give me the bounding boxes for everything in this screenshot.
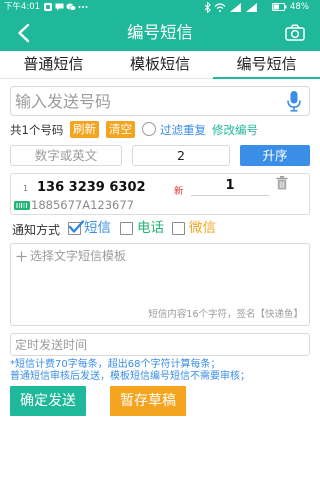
message-char-counter: 短信内容16个字符，签名【快递鱼】 [148, 309, 303, 320]
back-button[interactable] [10, 20, 36, 45]
camera-icon [285, 24, 305, 41]
filter-duplicates-label[interactable]: 过滤重复 [160, 122, 206, 138]
tab-template-sms[interactable]: 模板短信 [107, 51, 214, 78]
new-badge: 新 [174, 186, 184, 197]
app-header: 编号短信 [0, 14, 320, 51]
clear-button[interactable]: 清空 [106, 121, 135, 138]
barcode-icon [14, 201, 30, 210]
notify-sms-label[interactable]: 短信 [84, 220, 111, 237]
entry-tracking-number: 1885677A123677 [31, 198, 134, 212]
status-bar: 下午4:01 48% [0, 0, 320, 14]
send-button[interactable]: 确定发送 [10, 386, 86, 416]
template-picker[interactable]: 选择文字短信模板 [16, 249, 126, 264]
entry-code-field[interactable]: 1 [191, 178, 269, 196]
refresh-button[interactable]: 刷新 [70, 121, 99, 138]
schedule-time-input[interactable] [15, 334, 305, 355]
more-icon [78, 5, 88, 9]
app-notification-icon [44, 3, 52, 11]
number-count: 共1个号码 [10, 123, 64, 137]
phone-number-input[interactable] [15, 87, 277, 115]
note-line: 普通短信审核后发送，模板短信编号短信不需要审核； [10, 371, 250, 382]
template-picker-label: 选择文字短信模板 [30, 249, 127, 263]
plus-icon [16, 251, 27, 262]
start-number-input[interactable] [132, 145, 230, 166]
tab-normal-sms[interactable]: 普通短信 [0, 51, 107, 78]
entry-index: 1 [23, 184, 29, 193]
notify-method-label: 通知方式 [12, 223, 61, 237]
bluetooth-icon [204, 2, 211, 13]
billing-notes: *短信计费70字每条，超出68个字符计算每条； 普通短信审核后发送，模板短信编号… [10, 359, 310, 383]
wifi-icon [214, 3, 226, 12]
signal-icon [230, 3, 241, 12]
notify-phone-label[interactable]: 电话 [137, 220, 164, 237]
app-screen: 下午4:01 48% 编号短信 普通短信 模板短信 编号短信 输入发送号码 共1… [0, 0, 320, 480]
notify-sms-checkbox[interactable] [68, 220, 84, 235]
camera-button[interactable] [282, 21, 308, 44]
back-chevron-icon [17, 23, 30, 43]
message-textarea[interactable]: 选择文字短信模板 短信内容16个字符，签名【快递鱼】 [10, 243, 310, 326]
phone-number-field [10, 86, 310, 116]
schedule-field [10, 333, 310, 356]
tab-numbered-sms[interactable]: 编号短信 [213, 51, 320, 79]
wechat-icon [66, 3, 76, 11]
notify-wechat-checkbox[interactable] [172, 222, 185, 235]
number-entry-card: 1 136 3239 6302 新 1 1885677A123677 [10, 173, 310, 215]
notify-phone-checkbox[interactable] [120, 222, 133, 235]
trash-icon[interactable] [276, 176, 288, 190]
battery-percent: 48% [290, 2, 309, 12]
edit-numbering-link[interactable]: 修改编号 [212, 122, 258, 138]
entry-phone-number[interactable]: 136 3239 6302 [37, 180, 146, 195]
page-title: 编号短信 [127, 23, 193, 42]
microphone-icon[interactable] [285, 90, 303, 112]
number-prefix-input[interactable] [10, 145, 122, 166]
notify-wechat-label[interactable]: 微信 [189, 220, 216, 237]
message-icon [55, 3, 64, 11]
battery-icon [272, 3, 287, 11]
filter-duplicates-radio[interactable] [142, 122, 156, 136]
note-line: *短信计费70字每条，超出68个字符计算每条； [10, 359, 221, 370]
sms-type-tabs: 普通短信 模板短信 编号短信 [0, 51, 320, 79]
status-time: 下午4:01 [4, 2, 41, 12]
signal-icon [246, 3, 257, 12]
save-draft-button[interactable]: 暂存草稿 [110, 386, 186, 416]
sort-ascending-button[interactable]: 升序 [240, 145, 310, 166]
